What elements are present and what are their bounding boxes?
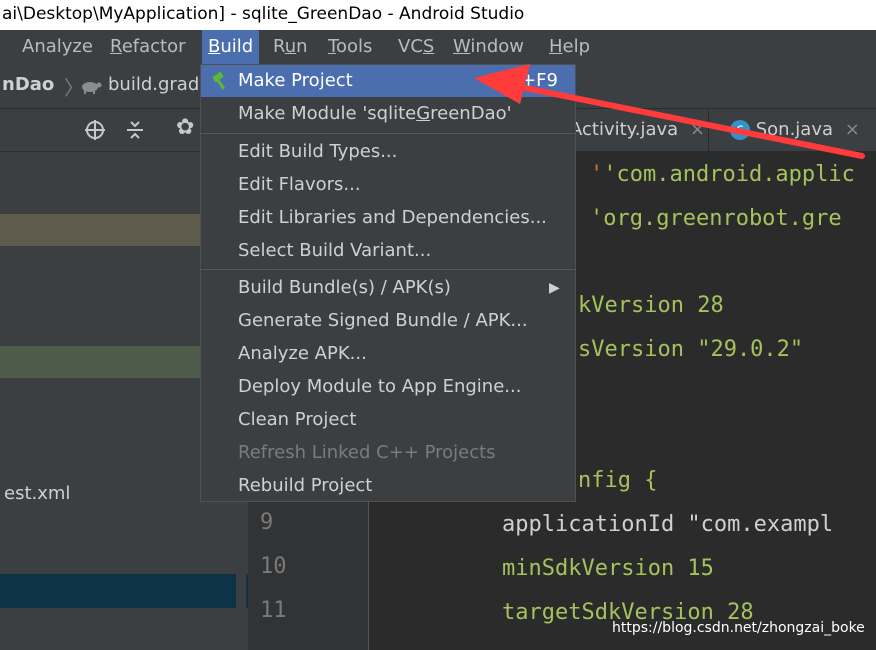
watermark-text: https://blog.csdn.net/zhongzai_boke: [612, 620, 865, 636]
annotation-arrow: [474, 64, 865, 159]
